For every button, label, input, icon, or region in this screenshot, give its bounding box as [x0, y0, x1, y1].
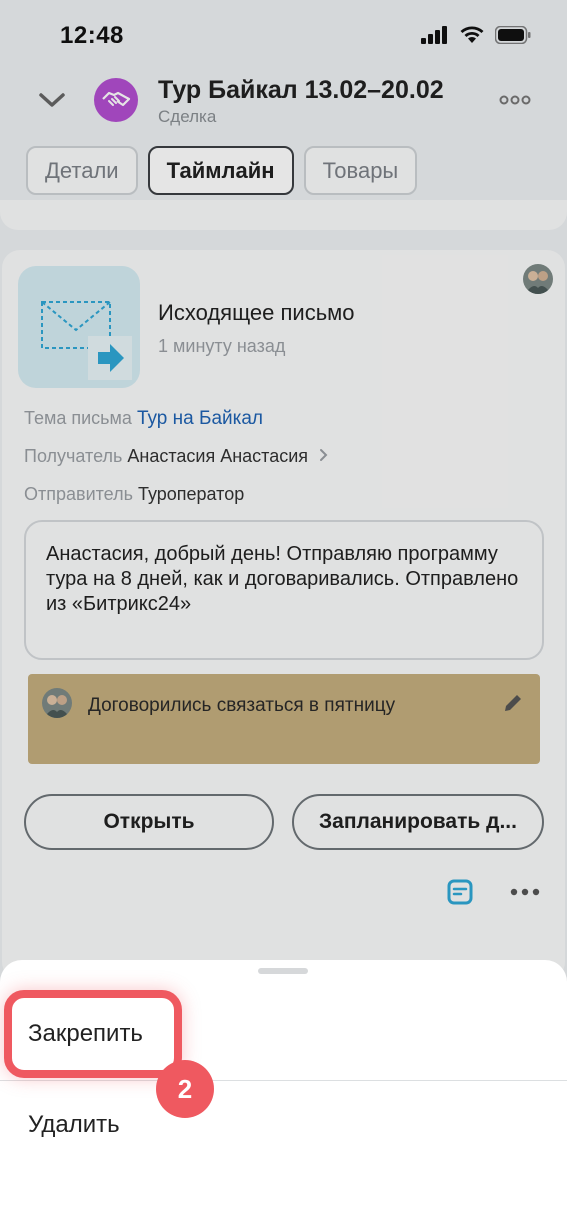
menu-item-delete[interactable]: Удалить [0, 1082, 567, 1168]
screen: 12:48 Тур Байкал 13.02–20.02 Сделка Дета… [0, 0, 567, 1227]
step-badge: 2 [156, 1060, 214, 1118]
menu-item-pin[interactable]: Закрепить [4, 990, 182, 1078]
sheet-handle[interactable] [258, 968, 308, 974]
divider [0, 1080, 567, 1081]
